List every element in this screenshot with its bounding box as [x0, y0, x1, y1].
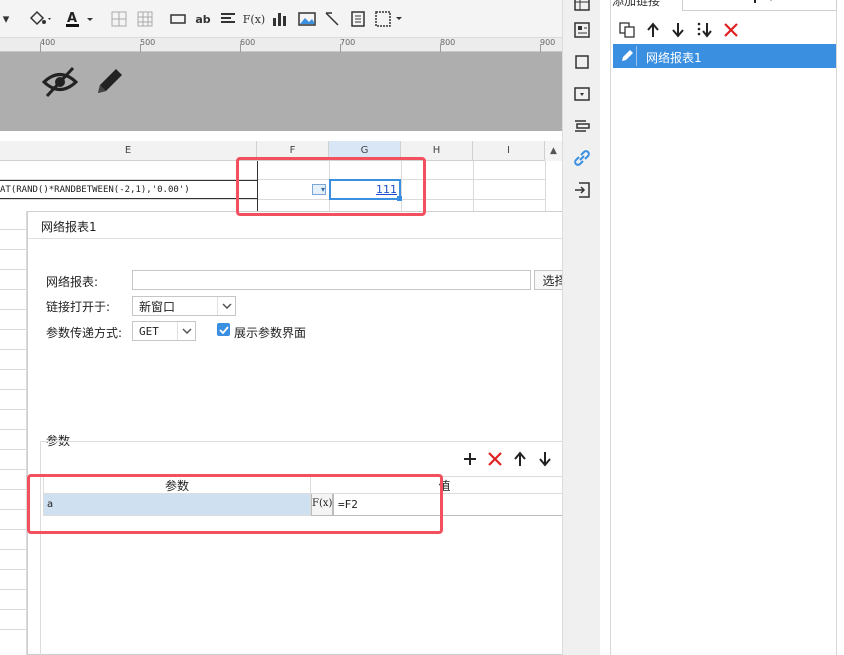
font-color-icon[interactable]: A: [62, 9, 96, 29]
method-value: GET: [139, 324, 159, 338]
value-column-header[interactable]: 值: [311, 476, 579, 494]
text-button[interactable]: ab: [193, 9, 213, 29]
delete-icon[interactable]: [723, 22, 739, 41]
method-label: 参数传递方式:: [46, 326, 123, 340]
scroll-up-icon[interactable]: ▲: [545, 141, 562, 161]
edit-pencil-icon[interactable]: [94, 65, 126, 100]
ruler-label: 900: [540, 38, 556, 47]
cell-g2-value: 111: [376, 183, 397, 196]
ruler-label: 700: [340, 38, 356, 47]
chevron-down-icon: [177, 322, 195, 340]
import-icon[interactable]: [572, 180, 592, 200]
ruler-label: 600: [240, 38, 256, 47]
ruler-label: 800: [440, 38, 456, 47]
hidden-eye-icon[interactable]: [41, 65, 79, 102]
hyperlink-panel: 添加链接 网络报表1: [610, 0, 837, 655]
column-header-e[interactable]: E: [0, 141, 257, 161]
open-in-label: 链接打开于:: [46, 300, 111, 314]
page-icon[interactable]: [348, 9, 368, 29]
add-param-icon[interactable]: [462, 451, 478, 470]
delete-param-icon[interactable]: [487, 451, 503, 470]
chart-icon[interactable]: [270, 9, 290, 29]
open-in-value: 新窗口: [139, 299, 176, 314]
merge-icon[interactable]: [168, 9, 188, 29]
dialog-title: 网络报表1: [41, 220, 97, 234]
show-params-checkbox[interactable]: [217, 323, 230, 336]
chevron-down-icon: [217, 297, 235, 315]
grid-icon[interactable]: [134, 9, 156, 29]
slash-icon[interactable]: [322, 9, 342, 29]
copy-icon[interactable]: [619, 22, 635, 41]
cell-border-icon[interactable]: [374, 9, 406, 29]
report-label: 网络报表:: [46, 275, 99, 289]
dropdown-arrow-icon[interactable]: ▾: [0, 9, 12, 29]
image-icon[interactable]: [296, 9, 318, 29]
ruler-label: 400: [40, 38, 56, 47]
toolbar: ▾ A ab F(x): [0, 0, 562, 38]
column-header-f[interactable]: F: [257, 141, 329, 161]
side-icon-bar: [562, 0, 600, 655]
link-panel-title: 添加链接: [612, 0, 661, 8]
move-up-icon[interactable]: [645, 22, 661, 41]
link-item-label: 网络报表1: [646, 51, 702, 65]
column-header-h[interactable]: H: [401, 141, 473, 161]
widget-preview-area: [0, 52, 562, 131]
ruler-label: 500: [140, 38, 156, 47]
square-icon[interactable]: [572, 52, 592, 72]
show-params-label[interactable]: 展示参数界面: [234, 324, 306, 341]
cell-attribute-icon[interactable]: [572, 20, 592, 40]
add-link-dropdown[interactable]: [682, 0, 837, 11]
dropdown-widget-icon[interactable]: [572, 84, 592, 104]
ruler: 400 500 600 700 800 900: [0, 38, 562, 52]
list-widget-icon[interactable]: [572, 116, 592, 136]
cell-widget-icon[interactable]: ▾: [312, 184, 326, 195]
hyperlink-icon[interactable]: [572, 148, 592, 168]
cell-g2[interactable]: 111: [329, 179, 402, 201]
column-header-g[interactable]: G: [329, 141, 401, 161]
edit-pencil-icon: [617, 46, 637, 66]
link-list-item[interactable]: 网络报表1: [613, 44, 836, 68]
params-panel: [40, 441, 583, 655]
border-icon[interactable]: [108, 9, 130, 29]
hyperlink-settings-dialog: 网络报表1 网络报表: 选择 链接打开于: 新窗口 参数传递方式: GET 展示…: [27, 211, 596, 655]
open-in-select[interactable]: 新窗口: [132, 296, 236, 316]
fill-color-icon[interactable]: [26, 9, 54, 29]
param-name-cell[interactable]: a: [43, 494, 311, 516]
svg-text:A: A: [67, 11, 77, 26]
report-path-input[interactable]: [132, 270, 531, 290]
param-column-header[interactable]: 参数: [43, 476, 311, 494]
sort-icon[interactable]: [695, 22, 713, 41]
table-icon[interactable]: [572, 0, 592, 14]
move-up-icon[interactable]: [512, 451, 528, 470]
move-down-icon[interactable]: [670, 22, 686, 41]
align-icon[interactable]: [219, 9, 237, 29]
row-area: [0, 211, 27, 655]
param-value-cell[interactable]: =F2: [333, 494, 579, 516]
cell-e2-formula[interactable]: AT(RAND()*RANDBETWEEN(-2,1),'0.00'): [0, 180, 257, 199]
formula-editor-button[interactable]: F(x): [311, 494, 333, 516]
method-select[interactable]: GET: [132, 321, 196, 341]
formula-button[interactable]: F(x): [243, 9, 265, 29]
column-header-i[interactable]: I: [473, 141, 545, 161]
move-down-icon[interactable]: [537, 451, 553, 470]
